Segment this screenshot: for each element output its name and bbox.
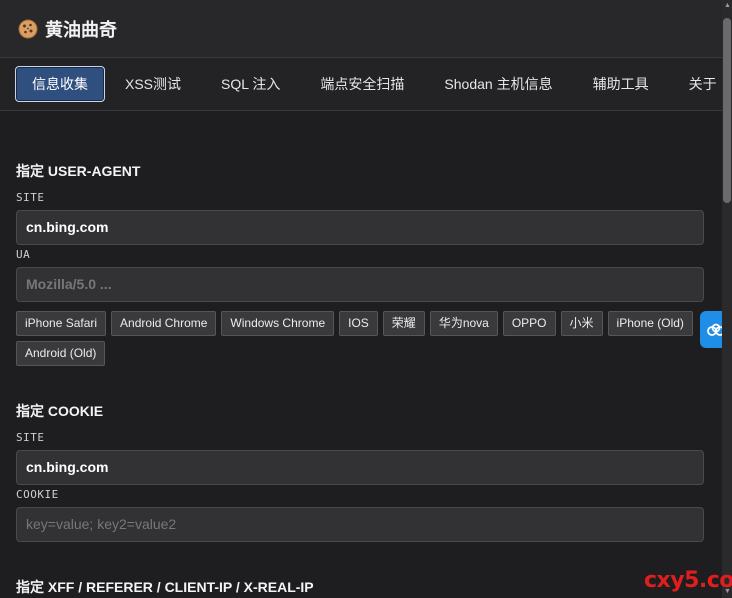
preset-windows-chrome[interactable]: Windows Chrome [221,311,335,336]
title-bar: 黄油曲奇 [0,0,722,58]
preset-android-chrome[interactable]: Android Chrome [111,311,217,336]
xff-section-title: 指定 XFF / REFERER / CLIENT-IP / X-REAL-IP [16,579,314,595]
preset-ios[interactable]: IOS [339,311,378,336]
cookie-site-input[interactable]: cn.bing.com [16,450,704,485]
preset-iphone-safari[interactable]: iPhone Safari [16,311,107,336]
preset-iphone-old[interactable]: iPhone (Old) [607,311,693,336]
ua-label: UA [16,248,31,261]
tab-xss-test[interactable]: XSS测试 [105,66,201,102]
user-agent-section-title: 指定 USER-AGENT [16,163,141,179]
watermark: cxy5.com [644,568,732,593]
cookie-label: COOKIE [16,488,59,501]
tab-info-gathering[interactable]: 信息收集 [15,66,105,102]
ua-preset-group: iPhone Safari Android Chrome Windows Chr… [16,311,704,366]
cookie-input[interactable]: key=value; key2=value2 [16,507,704,542]
tab-bar: 信息收集 XSS测试 SQL 注入 端点安全扫描 Shodan 主机信息 辅助工… [0,58,722,111]
tab-sql-injection[interactable]: SQL 注入 [201,66,300,102]
scrollbar-thumb[interactable] [723,18,731,203]
main-content: 指定 USER-AGENT SITE cn.bing.com UA Mozill… [16,110,704,597]
tab-about[interactable]: 关于 [669,66,722,102]
cookie-section-title: 指定 COOKIE [16,403,104,419]
cookie-icon [18,19,38,38]
scroll-up-arrow-icon[interactable]: ▲ [724,2,731,10]
vertical-scrollbar[interactable]: ▲ ▼ [722,0,732,598]
tab-shodan-host-info[interactable]: Shodan 主机信息 [424,66,572,102]
tab-endpoint-scan[interactable]: 端点安全扫描 [300,66,424,102]
preset-oppo[interactable]: OPPO [502,311,556,336]
preset-huawei-nova[interactable]: 华为nova [429,311,498,336]
preset-android-old[interactable]: Android (Old) [16,341,106,366]
cookie-site-label: SITE [16,431,45,444]
tab-helper-tools[interactable]: 辅助工具 [573,66,669,102]
app-title: 黄油曲奇 [45,19,117,40]
preset-honor[interactable]: 荣耀 [382,311,425,336]
ua-site-label: SITE [16,191,45,204]
ua-site-input[interactable]: cn.bing.com [16,210,704,245]
ua-input[interactable]: Mozilla/5.0 ... [16,267,704,302]
preset-xiaomi[interactable]: 小米 [560,311,603,336]
